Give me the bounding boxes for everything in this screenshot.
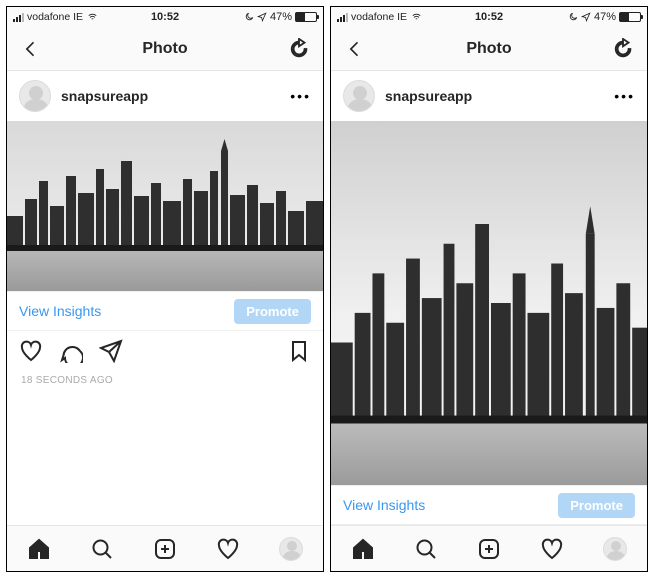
nav-header: Photo (331, 27, 647, 71)
tab-home[interactable] (25, 535, 53, 563)
post-timestamp: 18 SECONDS AGO (7, 375, 323, 386)
tab-activity[interactable] (538, 535, 566, 563)
status-bar: vodafone IE 10:52 47% (7, 7, 323, 27)
moon-icon (568, 12, 578, 22)
tab-activity[interactable] (214, 535, 242, 563)
carrier-label: vodafone IE (351, 11, 407, 23)
promote-button[interactable]: Promote (234, 299, 311, 324)
view-insights-link[interactable]: View Insights (343, 497, 425, 513)
battery-pct: 47% (270, 11, 292, 23)
back-button[interactable] (17, 35, 45, 63)
post-photo[interactable] (331, 121, 647, 485)
wifi-icon (86, 12, 99, 22)
insights-row: View Insights Promote (7, 291, 323, 331)
promote-button[interactable]: Promote (558, 493, 635, 518)
location-arrow-icon (257, 12, 267, 22)
wifi-icon (410, 12, 423, 22)
status-time: 10:52 (475, 11, 503, 23)
author-username[interactable]: snapsureapp (61, 88, 280, 104)
skyline-image (7, 121, 323, 291)
battery-icon (619, 12, 641, 22)
back-button[interactable] (341, 35, 369, 63)
status-bar: vodafone IE 10:52 47% (331, 7, 647, 27)
profile-avatar-icon (603, 537, 627, 561)
battery-icon (295, 12, 317, 22)
battery-pct: 47% (594, 11, 616, 23)
bookmark-button[interactable] (287, 339, 311, 368)
page-title: Photo (466, 40, 511, 58)
share-button[interactable] (99, 339, 123, 368)
status-time: 10:52 (151, 11, 179, 23)
more-options-button[interactable]: ••• (614, 88, 635, 104)
tab-new-post[interactable] (475, 535, 503, 563)
tab-bar (331, 525, 647, 571)
signal-icon (337, 13, 348, 22)
action-row (7, 331, 323, 375)
comment-button[interactable] (59, 339, 83, 368)
refresh-button[interactable] (609, 35, 637, 63)
right-screenshot: vodafone IE 10:52 47% Photo snapsureapp … (330, 6, 648, 572)
post-photo[interactable] (7, 121, 323, 291)
skyline-image (331, 121, 647, 485)
insights-row: View Insights Promote (331, 485, 647, 525)
author-avatar[interactable] (343, 80, 375, 112)
tab-home[interactable] (349, 535, 377, 563)
author-row: snapsureapp ••• (331, 71, 647, 121)
carrier-label: vodafone IE (27, 11, 83, 23)
like-button[interactable] (19, 339, 43, 368)
author-avatar[interactable] (19, 80, 51, 112)
tab-search[interactable] (412, 535, 440, 563)
more-options-button[interactable]: ••• (290, 88, 311, 104)
location-arrow-icon (581, 12, 591, 22)
nav-header: Photo (7, 27, 323, 71)
author-row: snapsureapp ••• (7, 71, 323, 121)
tab-profile[interactable] (601, 535, 629, 563)
moon-icon (244, 12, 254, 22)
author-username[interactable]: snapsureapp (385, 88, 604, 104)
tab-search[interactable] (88, 535, 116, 563)
tab-profile[interactable] (277, 535, 305, 563)
tab-new-post[interactable] (151, 535, 179, 563)
refresh-button[interactable] (285, 35, 313, 63)
page-title: Photo (142, 40, 187, 58)
profile-avatar-icon (279, 537, 303, 561)
signal-icon (13, 13, 24, 22)
view-insights-link[interactable]: View Insights (19, 303, 101, 319)
left-screenshot: vodafone IE 10:52 47% Photo snapsureapp … (6, 6, 324, 572)
tab-bar (7, 525, 323, 571)
